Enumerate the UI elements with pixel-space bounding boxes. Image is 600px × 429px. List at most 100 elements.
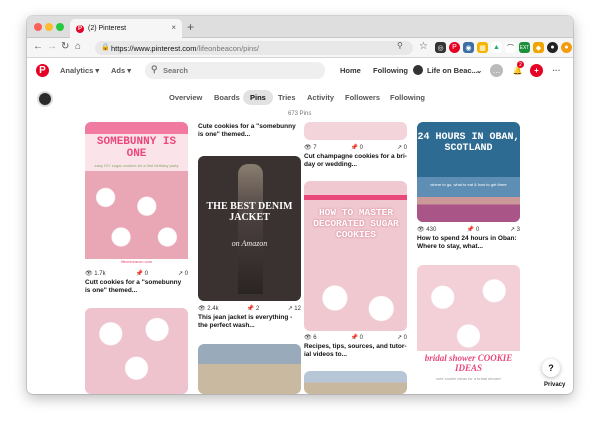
repins-count: 📌 0 <box>350 335 364 341</box>
profile-icon[interactable]: ● <box>547 42 558 53</box>
pin-card[interactable] <box>198 344 301 394</box>
pin-image <box>85 171 188 259</box>
shares-count: ↗ 3 <box>509 227 520 233</box>
extension-icon[interactable]: ▦ <box>477 42 488 53</box>
extension-icon[interactable]: ⌒ <box>505 42 516 53</box>
pin-card[interactable]: 24 HOURS IN OBAN, SCOTLAND where to go, … <box>417 122 520 222</box>
saves-count: 👁 7 <box>304 145 317 151</box>
pin-card[interactable]: SOMEBUNNY IS ONE easy DIY sugar cookies … <box>85 122 188 267</box>
following-link[interactable]: Following <box>373 66 408 75</box>
pin-meta: 👁 1.7k 📌 0 ↗ 0 Cutt cookies for a "somebun… <box>85 270 188 295</box>
pin-meta: 👁 6 📌 0 ↗ 0 Recipes, tips, sources, and tu… <box>304 334 407 359</box>
tab-overview[interactable]: Overview <box>169 93 202 102</box>
messages-icon[interactable]: … <box>490 64 503 77</box>
browser-tab[interactable]: P (2) Pinterest × <box>70 19 182 38</box>
pin-top-band <box>304 195 407 200</box>
avatar[interactable] <box>413 65 423 75</box>
close-window-button[interactable] <box>34 23 42 31</box>
pin-title[interactable]: This jean jacket is everything - the per… <box>198 314 301 330</box>
lock-icon: 🔒 <box>101 44 110 51</box>
saves-count: 👁 1.7k <box>85 271 106 277</box>
pin-image <box>238 164 263 294</box>
pinterest-extension-icon[interactable]: P <box>449 42 460 53</box>
url-host: https://www.pinterest.com <box>111 43 197 53</box>
forward-icon[interactable]: → <box>47 41 57 52</box>
tab-boards[interactable]: Boards <box>214 93 240 102</box>
pin-top-band <box>85 122 188 134</box>
ads-menu[interactable]: Ads ▾ <box>111 66 131 75</box>
pin-meta: 👁 430 📌 0 ↗ 3 How to spend 24 hours in Oba… <box>417 226 520 251</box>
pin-headline: HOW TO MASTER DECORATED SUGAR COOKIES <box>313 207 399 240</box>
more-options-icon[interactable]: ··· <box>550 64 563 77</box>
pin-site: lifeonbeacon.com <box>85 259 188 267</box>
pin-title[interactable]: Cut champagne cookies for a bri-day or w… <box>304 153 407 169</box>
saves-count: 👁 430 <box>417 227 437 233</box>
analytics-menu[interactable]: Analytics ▾ <box>60 66 99 75</box>
pin-card[interactable] <box>304 371 407 394</box>
tab-close-icon[interactable]: × <box>171 23 176 32</box>
url-field[interactable]: 🔒 https://www.pinterest.com/lifeonbeacon… <box>95 41 413 55</box>
reload-icon[interactable]: ↻ <box>61 41 69 52</box>
extension-icon[interactable]: ◉ <box>463 42 474 53</box>
pin-subtitle: on Amazon <box>231 239 268 248</box>
repins-count: 📌 0 <box>466 227 480 233</box>
repins-count: 📌 0 <box>135 271 149 277</box>
extension-icon[interactable]: ▲ <box>491 42 502 53</box>
profile-tabs: Overview Boards Pins Tries Activity Foll… <box>27 90 573 108</box>
search-input[interactable]: ⚲ Search <box>145 62 325 79</box>
extension-icon[interactable]: EXT <box>519 42 530 53</box>
repins-count: 📌 2 <box>246 306 260 312</box>
saves-count: 👁 6 <box>304 335 317 341</box>
home-icon[interactable]: ⌂ <box>75 41 81 52</box>
pinterest-logo-icon[interactable]: P <box>36 64 49 77</box>
tab-tries[interactable]: Tries <box>278 93 296 102</box>
maximize-window-button[interactable] <box>56 23 64 31</box>
pin-title[interactable]: Recipes, tips, sources, and tutor-ial vi… <box>304 343 407 359</box>
tab-activity[interactable]: Activity <box>307 93 334 102</box>
create-pin-button[interactable]: + <box>530 64 543 77</box>
back-icon[interactable]: ← <box>33 41 43 52</box>
new-tab-button[interactable]: + <box>187 20 194 34</box>
pin-count: 673 Pins <box>288 111 312 117</box>
pinterest-header: P Analytics ▾ Ads ▾ ⚲ Search Home Follow… <box>27 59 573 83</box>
zoom-icon[interactable]: ⚲ <box>397 41 403 50</box>
extension-icon[interactable]: ◆ <box>533 42 544 53</box>
privacy-link[interactable]: Privacy <box>544 382 565 388</box>
tab-title: (2) Pinterest <box>88 25 127 32</box>
shares-count: ↗ 0 <box>177 271 188 277</box>
pin-title[interactable]: How to spend 24 hours in Oban: Where to … <box>417 235 520 251</box>
pin-card[interactable] <box>85 308 188 394</box>
pin-headline: SOMEBUNNY IS ONE <box>96 136 177 160</box>
pin-meta: 👁 7 📌 0 ↗ 0 Cut champagne cookies for a br… <box>304 144 407 169</box>
pin-headline: bridal shower COOKIE IDEAS <box>424 353 513 373</box>
pin-title[interactable]: Cutt cookies for a "somebunny is one" th… <box>85 279 188 295</box>
pin-card[interactable]: bridal shower COOKIE IDEAS cute cookie i… <box>417 265 520 394</box>
minimize-window-button[interactable] <box>45 23 53 31</box>
pin-title[interactable]: Cute cookies for a "somebunny is one" th… <box>198 123 301 139</box>
help-button[interactable]: ? <box>542 359 560 377</box>
browser-window: P (2) Pinterest × + ← → ↻ ⌂ 🔒 https://ww… <box>27 16 573 394</box>
search-icon: ⚲ <box>151 64 158 74</box>
pin-subtitle: easy DIY sugar cookies for a first birth… <box>94 163 179 168</box>
desktop-background: P (2) Pinterest × + ← → ↻ ⌂ 🔒 https://ww… <box>0 0 600 429</box>
url-path: /lifeonbeacon/pins/ <box>196 43 259 53</box>
bookmark-star-icon[interactable]: ☆ <box>419 41 428 52</box>
tab-pins[interactable]: Pins <box>243 90 273 105</box>
pin-card[interactable] <box>304 122 407 140</box>
tab-following[interactable]: Following <box>390 93 425 102</box>
pin-subtitle: cute cookie ideas for a bridal shower <box>436 376 501 381</box>
pin-meta: 👁 2.4k 📌 2 ↗ 12 This jean jacket is everyt… <box>198 305 301 330</box>
pin-card[interactable]: THE BEST DENIM JACKET on Amazon <box>198 156 301 301</box>
notification-badge: 2 <box>517 61 524 68</box>
tab-followers[interactable]: Followers <box>345 93 380 102</box>
repins-count: 📌 0 <box>350 145 364 151</box>
profile-name-link[interactable]: Life on Beac... <box>427 66 478 75</box>
chevron-down-icon[interactable]: ⌄ <box>476 66 482 75</box>
saves-count: 👁 2.4k <box>198 306 219 312</box>
pin-meta: Cute cookies for a "somebunny is one" th… <box>198 123 301 139</box>
search-placeholder: Search <box>163 66 189 75</box>
pin-card[interactable]: HOW TO MASTER DECORATED SUGAR COOKIES <box>304 181 407 331</box>
home-link[interactable]: Home <box>340 66 361 75</box>
extension-icon[interactable]: ◎ <box>435 42 446 53</box>
extension-icon[interactable]: ● <box>561 42 572 53</box>
